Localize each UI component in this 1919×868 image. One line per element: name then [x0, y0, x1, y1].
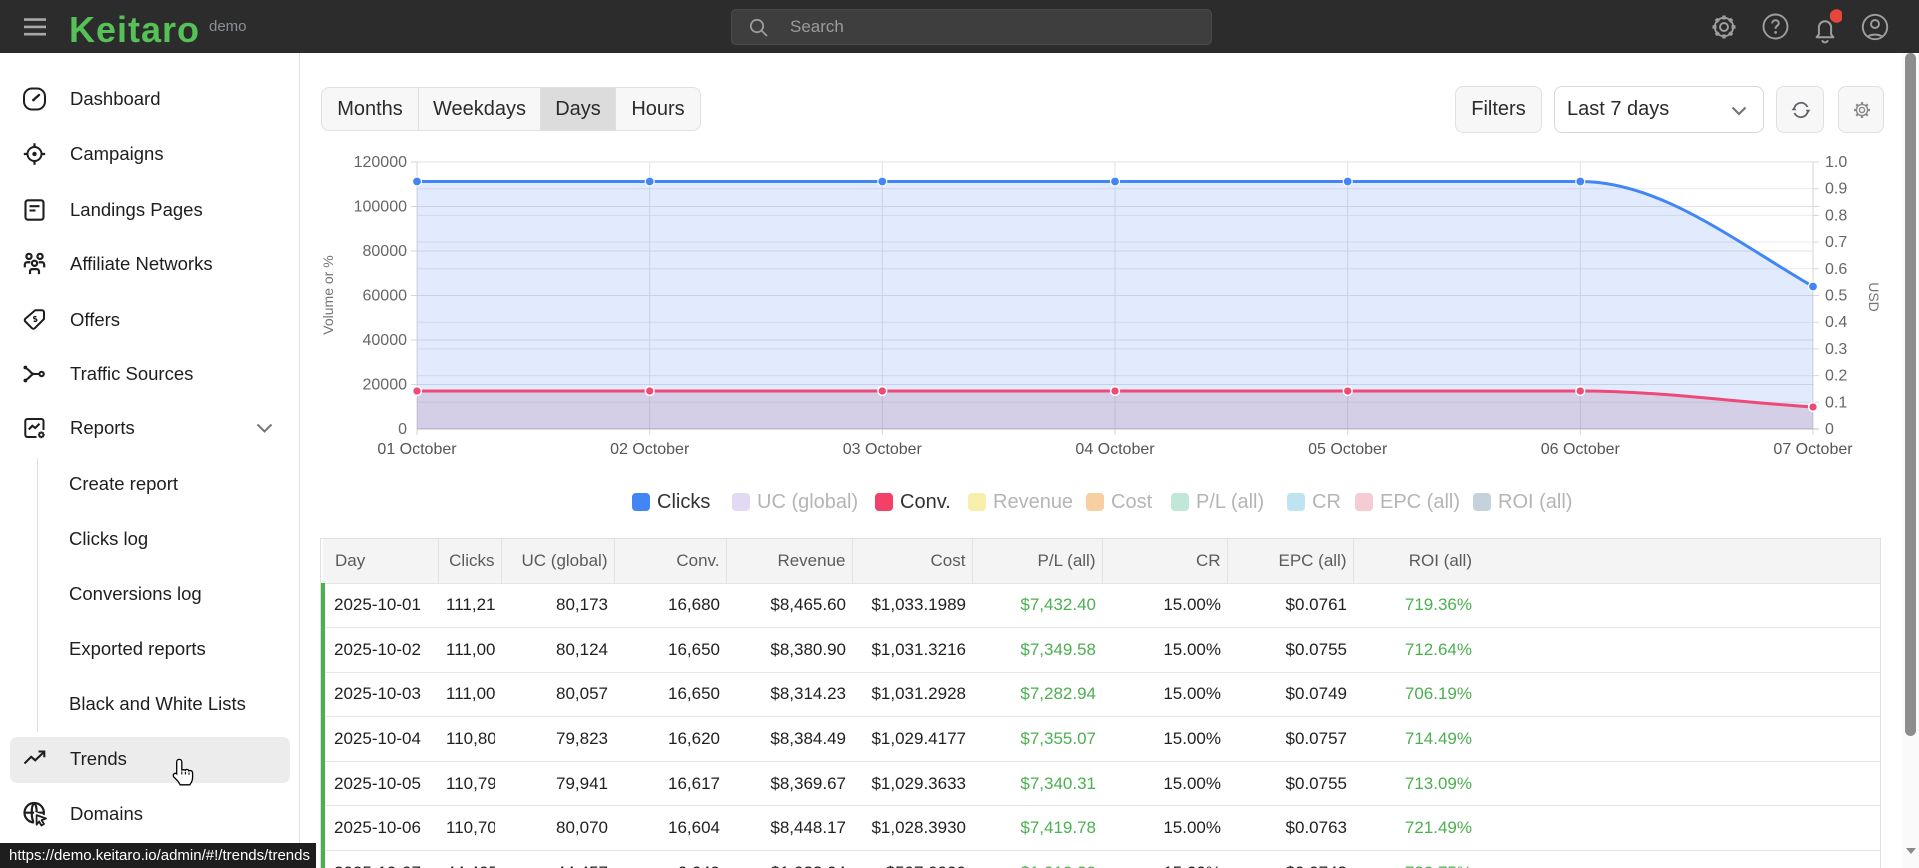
svg-text:06 October: 06 October	[1541, 441, 1621, 458]
svg-text:80000: 80000	[363, 243, 408, 260]
svg-text:60000: 60000	[363, 288, 408, 305]
svg-text:0: 0	[398, 421, 407, 438]
svg-text:20000: 20000	[363, 377, 408, 394]
svg-text:0.8: 0.8	[1825, 207, 1847, 224]
svg-text:1.0: 1.0	[1825, 154, 1847, 171]
svg-text:0.4: 0.4	[1825, 314, 1847, 331]
svg-text:0.6: 0.6	[1825, 261, 1847, 278]
svg-text:ROI (all): ROI (all)	[1498, 491, 1572, 513]
svg-text:0.2: 0.2	[1825, 368, 1847, 385]
svg-text:120000: 120000	[354, 154, 407, 171]
svg-text:07 October: 07 October	[1773, 441, 1853, 458]
svg-text:Clicks: Clicks	[657, 491, 710, 513]
svg-text:EPC (all): EPC (all)	[1380, 491, 1460, 513]
svg-text:CR: CR	[1312, 491, 1341, 513]
svg-text:Conv.: Conv.	[900, 491, 951, 513]
svg-text:P/L (all): P/L (all)	[1196, 491, 1264, 513]
svg-text:0.7: 0.7	[1825, 234, 1847, 251]
svg-text:05 October: 05 October	[1308, 441, 1388, 458]
svg-text:Cost: Cost	[1111, 491, 1153, 513]
svg-text:01 October: 01 October	[377, 441, 457, 458]
svg-text:100000: 100000	[354, 199, 407, 216]
svg-text:04 October: 04 October	[1075, 441, 1155, 458]
svg-text:02 October: 02 October	[610, 441, 690, 458]
svg-text:0: 0	[1825, 421, 1834, 438]
svg-text:UC (global): UC (global)	[757, 491, 858, 513]
svg-text:0.1: 0.1	[1825, 394, 1847, 411]
svg-text:Volume or %: Volume or %	[320, 255, 336, 334]
svg-text:USD: USD	[1866, 282, 1882, 312]
svg-text:0.5: 0.5	[1825, 288, 1847, 305]
svg-text:0.3: 0.3	[1825, 341, 1847, 358]
svg-text:Revenue: Revenue	[993, 491, 1073, 513]
svg-text:03 October: 03 October	[843, 441, 923, 458]
svg-text:0.9: 0.9	[1825, 181, 1847, 198]
svg-text:40000: 40000	[363, 332, 408, 349]
